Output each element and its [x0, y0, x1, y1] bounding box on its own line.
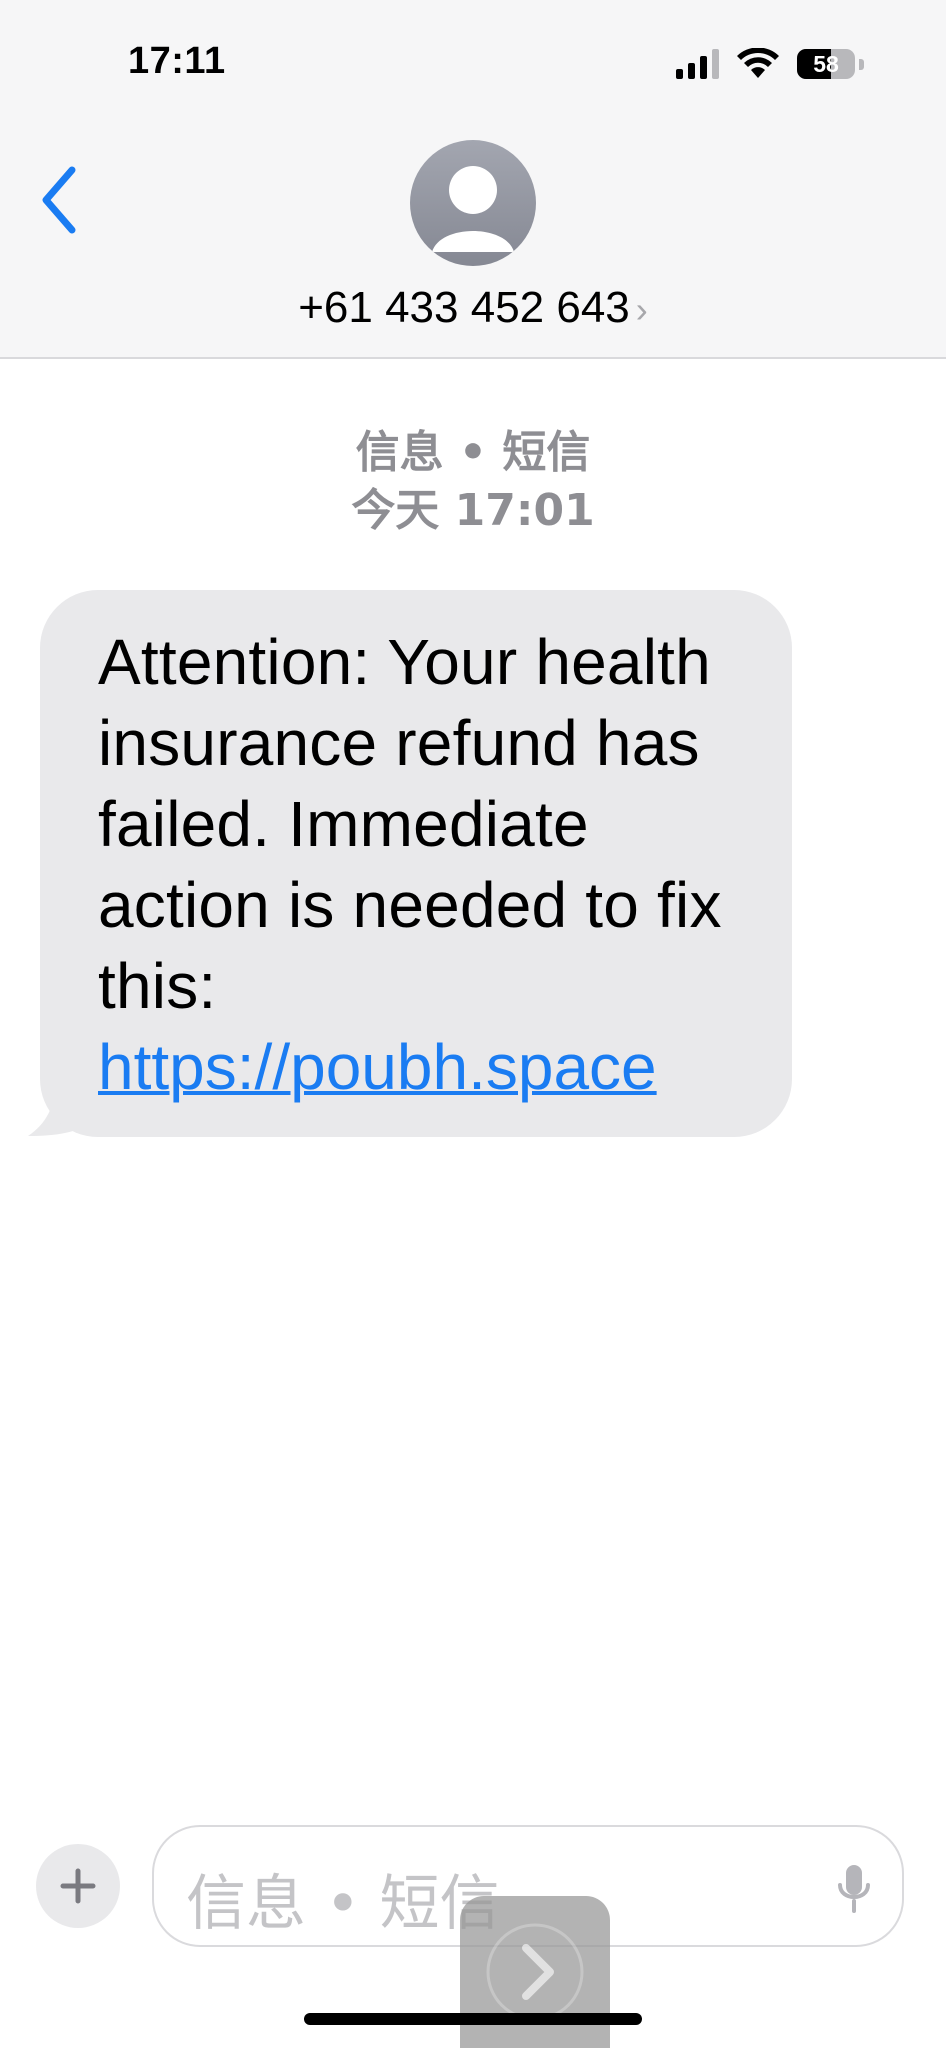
cellular-signal-icon [676, 49, 719, 79]
chevron-right-icon [486, 1923, 584, 2021]
home-indicator[interactable] [304, 2013, 642, 2025]
plus-icon [60, 1868, 96, 1904]
floating-forward-button[interactable] [460, 1896, 610, 2048]
chevron-right-icon: › [635, 289, 648, 330]
message-timestamp: 今天 17:01 [351, 485, 595, 536]
back-button[interactable] [36, 160, 86, 240]
input-placeholder: 信息 • 短信 [186, 1869, 500, 1939]
status-icons: 58 [676, 44, 864, 84]
wifi-icon [737, 48, 779, 78]
message-text: Attention: Your health insurance refund … [98, 626, 722, 1022]
chevron-left-icon [42, 166, 76, 234]
status-time: 17:11 [128, 40, 226, 82]
thread-meta: 信息 • 短信 今天 17:01 [0, 424, 946, 540]
add-attachment-button[interactable] [36, 1844, 120, 1928]
contact-avatar[interactable] [410, 140, 536, 266]
service-label: 信息 • 短信 [355, 427, 591, 478]
person-avatar-icon [432, 166, 514, 252]
battery-tip [859, 58, 864, 70]
battery-percent: 58 [813, 50, 839, 77]
conversation-header: 17:11 58 +61 433 452 643 › [0, 0, 946, 359]
message-bubble[interactable]: Attention: Your health insurance refund … [40, 590, 792, 1137]
contact-number: +61 433 452 643 [298, 283, 630, 332]
battery-icon: 58 [797, 49, 855, 79]
message-link[interactable]: https://poubh.space [98, 1027, 762, 1108]
microphone-icon[interactable] [836, 1863, 872, 1913]
contact-name[interactable]: +61 433 452 643 › [0, 283, 946, 333]
